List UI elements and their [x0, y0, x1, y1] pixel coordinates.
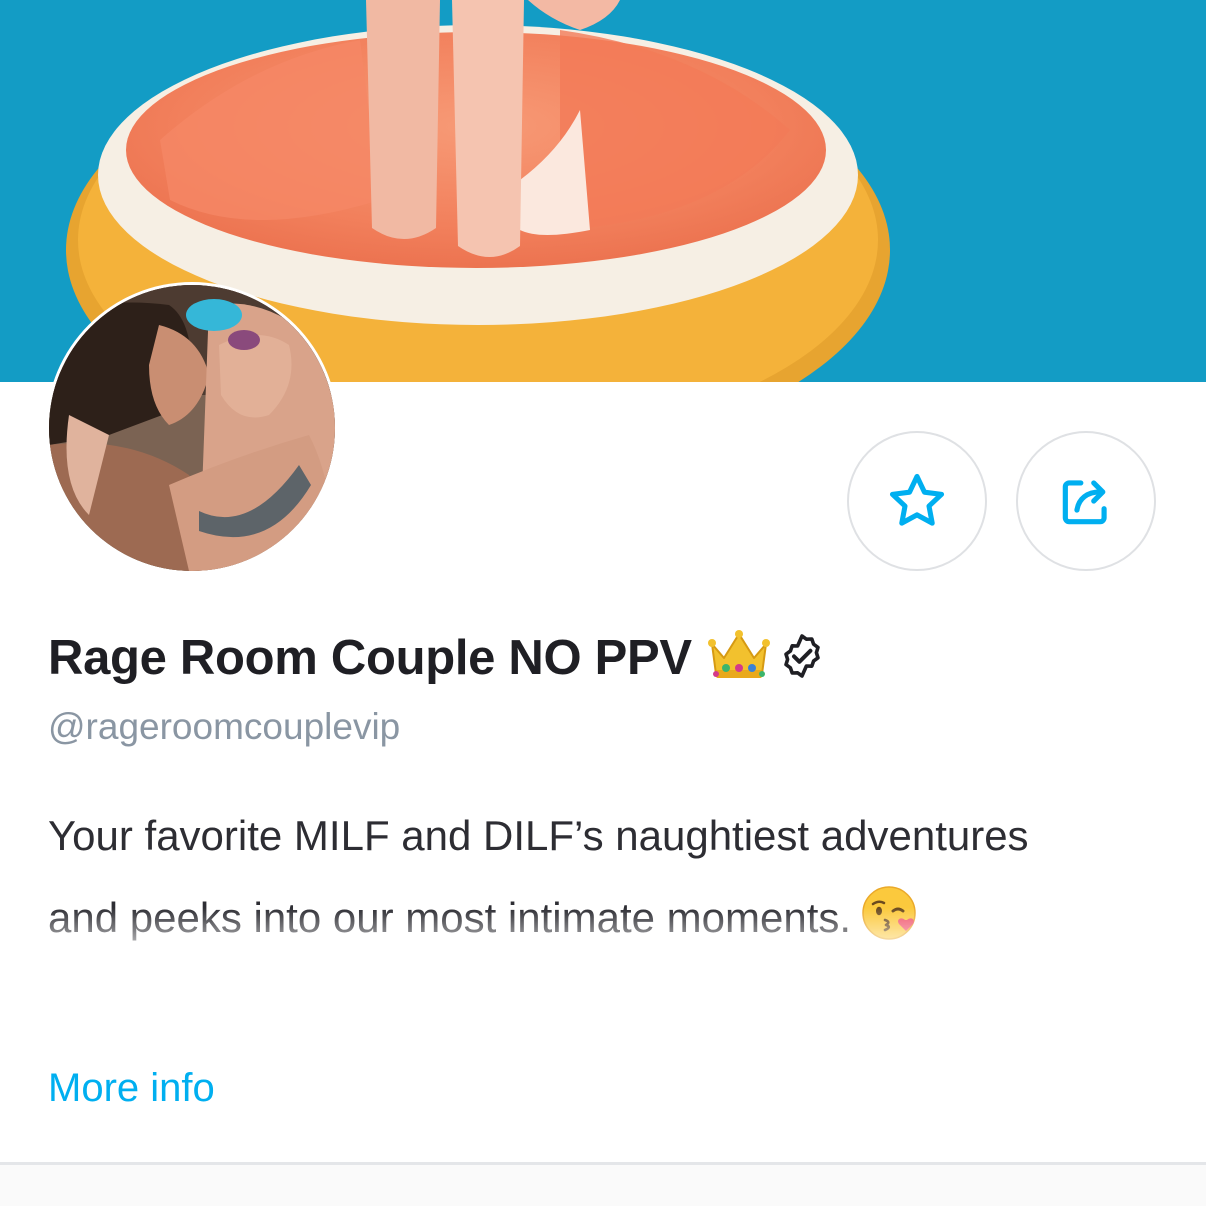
avatar-photo — [49, 285, 335, 571]
share-button[interactable] — [1016, 431, 1156, 571]
kissing-face-icon — [861, 884, 919, 969]
bio-line-with-emoji: and peeks into our most intimate moments… — [48, 877, 1168, 969]
crown-icon — [707, 629, 770, 687]
add-to-favorites-button[interactable] — [847, 431, 987, 571]
avatar[interactable] — [46, 282, 338, 574]
display-name: Rage Room Couple NO PPV — [48, 631, 692, 685]
share-icon — [1062, 480, 1107, 525]
bio-line: and peeks into our most intimate moments… — [48, 894, 852, 941]
avatar-photo-graphic — [49, 285, 335, 571]
star-icon — [889, 473, 945, 526]
verified-icon — [778, 632, 826, 685]
more-info-link[interactable]: More info — [48, 1066, 215, 1111]
profile-bio: Your favorite MILF and DILF’s naughtiest… — [48, 795, 1168, 1045]
bottom-strip — [0, 1165, 1206, 1206]
bio-line: Your favorite MILF and DILF’s naughtiest… — [48, 812, 1029, 859]
username: @rageroomcouplevip — [48, 706, 401, 747]
profile-name-row: Rage Room Couple NO PPV — [48, 626, 826, 690]
